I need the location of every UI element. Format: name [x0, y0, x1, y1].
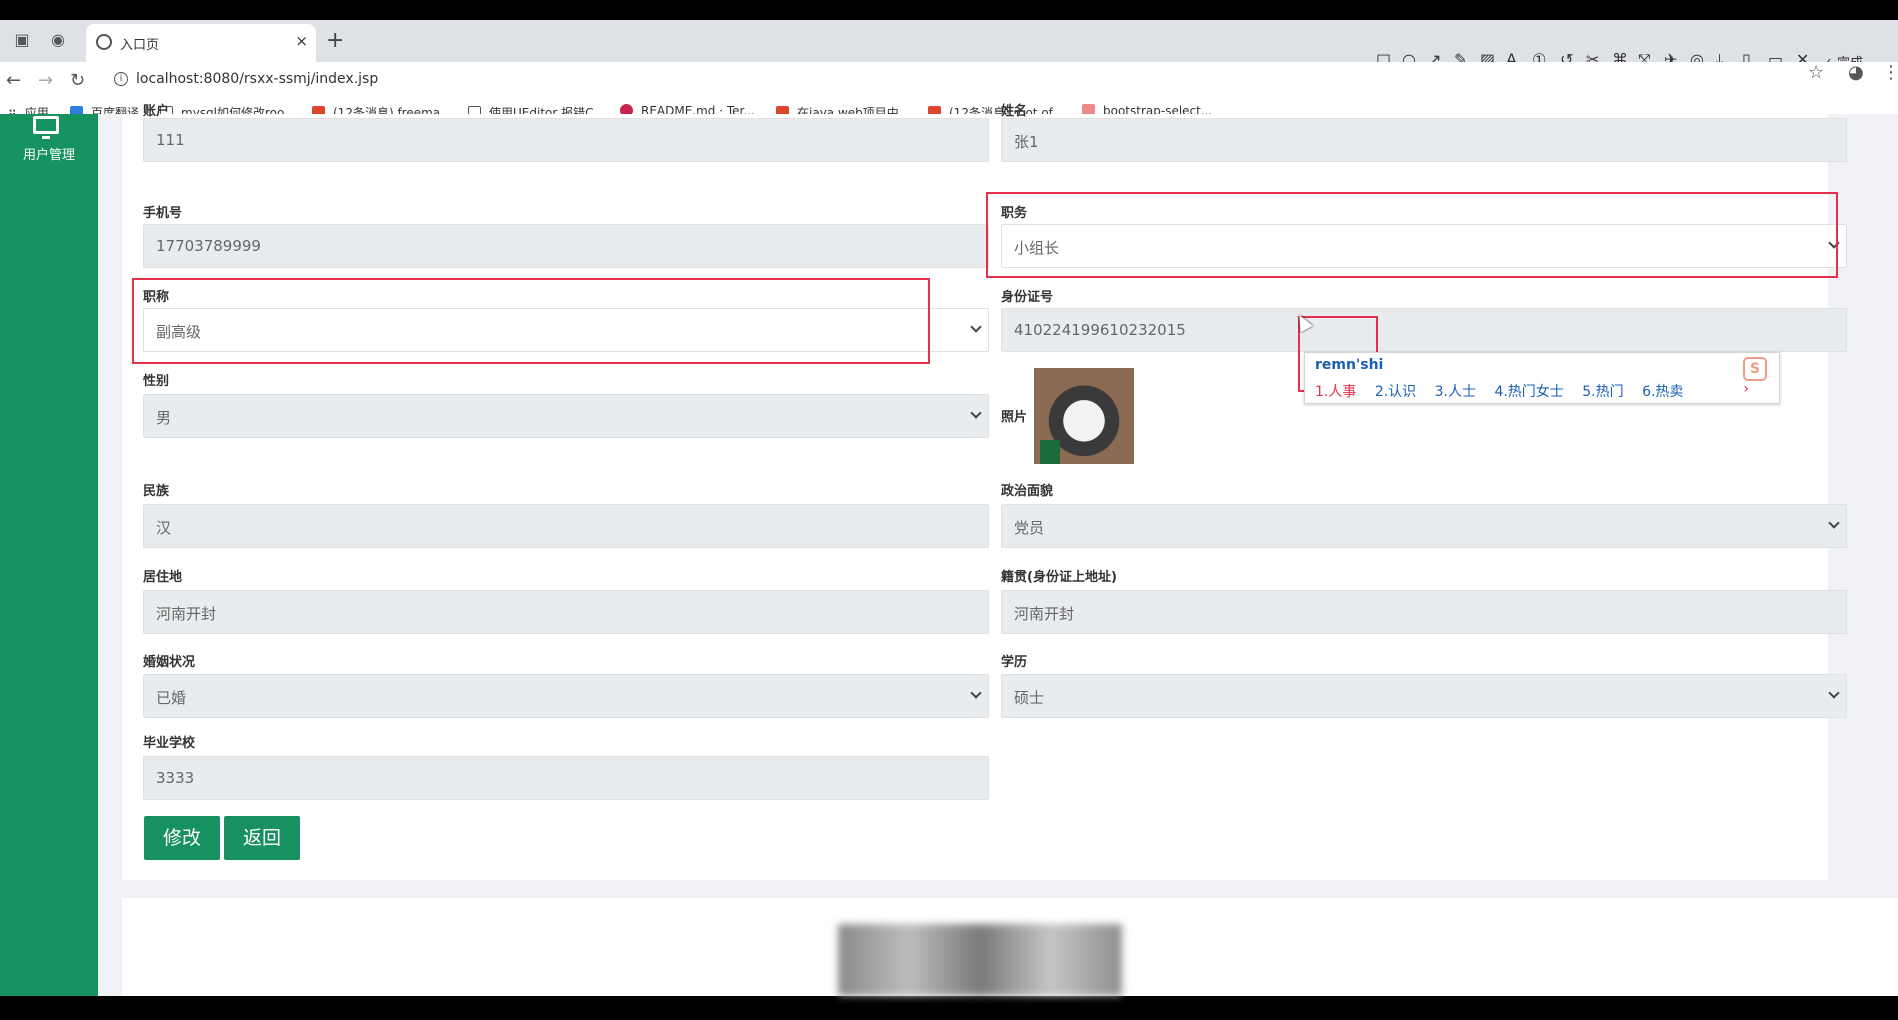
name-label: 姓名	[1001, 104, 1028, 119]
gender-value: 男	[156, 409, 172, 427]
education-select[interactable]: 硕士	[1001, 674, 1847, 718]
phone-field[interactable]: 17703789999	[143, 224, 989, 268]
url-text: localhost:8080/rsxx-ssmj/index.jsp	[136, 71, 379, 87]
photo-cup	[1040, 440, 1060, 464]
chevron-down-icon	[970, 687, 982, 699]
ime-input-text: remn'shi	[1315, 357, 1384, 373]
school-label: 毕业学校	[143, 736, 196, 751]
globe-icon	[96, 34, 112, 50]
marital-value: 已婚	[156, 689, 187, 707]
info-icon[interactable]: i	[114, 72, 128, 86]
chevron-down-icon	[970, 321, 982, 333]
id-number-label: 身份证号	[1001, 290, 1054, 305]
ime-candidate[interactable]: 2.认识	[1375, 384, 1416, 400]
tab-bar: ▣ ◉ 入口页 × + □ ○ ↗ ✎ ▨ A ① ↺ ✂ ⌘ ⤧ ✈ ◎ ⤓ …	[0, 20, 1898, 108]
modify-button[interactable]: 修改	[144, 816, 220, 860]
id-number-field[interactable]: 410224199610232015	[1001, 308, 1847, 352]
browser-logo-icon: ◉	[51, 30, 65, 49]
marital-label: 婚姻状况	[143, 655, 196, 670]
ethnicity-field[interactable]: 汉	[143, 504, 989, 548]
phone-label: 手机号	[143, 206, 183, 221]
sidebar: 用户管理	[0, 114, 98, 996]
annotation-box-title	[132, 278, 930, 364]
back-icon[interactable]: ←	[6, 70, 21, 91]
annotation-box-position	[986, 192, 1838, 278]
ime-popup: remn'shi 1.人事 2.认识 3.人士 4.热门女士 5.热门 6.热卖…	[1304, 352, 1780, 404]
profile-icon[interactable]: ◕	[1848, 62, 1864, 83]
star-icon[interactable]: ☆	[1808, 62, 1824, 83]
political-select[interactable]: 党员	[1001, 504, 1847, 548]
monitor-icon[interactable]	[33, 116, 59, 139]
chevron-down-icon	[1828, 517, 1840, 529]
ime-candidate[interactable]: 3.人士	[1435, 384, 1476, 400]
native-place-field[interactable]: 河南开封	[1001, 590, 1847, 634]
education-value: 硕士	[1014, 689, 1045, 707]
marital-select[interactable]: 已婚	[143, 674, 989, 718]
name-field[interactable]: 张1	[1001, 118, 1847, 162]
photo-image	[1034, 368, 1134, 464]
tab-active[interactable]: 入口页 ×	[86, 24, 316, 62]
account-label: 账户	[143, 104, 170, 119]
url-bar[interactable]: i localhost:8080/rsxx-ssmj/index.jsp	[104, 66, 1344, 96]
menu-icon[interactable]: ⋮	[1882, 62, 1898, 83]
sidebar-item-user-management[interactable]: 用户管理	[0, 144, 98, 163]
window-icon[interactable]: ▣	[8, 26, 36, 54]
photo-label: 照片	[1001, 410, 1028, 425]
tab-title: 入口页	[120, 38, 160, 53]
residence-field[interactable]: 河南开封	[143, 590, 989, 634]
education-label: 学历	[1001, 655, 1028, 670]
political-label: 政治面貌	[1001, 484, 1054, 499]
political-value: 党员	[1014, 519, 1045, 537]
account-field[interactable]: 111	[143, 118, 989, 162]
ime-candidates: 1.人事 2.认识 3.人士 4.热门女士 5.热门 6.热卖	[1315, 381, 1697, 401]
ime-candidate[interactable]: 6.热卖	[1642, 384, 1683, 400]
back-button[interactable]: 返回	[224, 816, 300, 860]
sogou-logo-icon: S	[1743, 357, 1767, 381]
screen: ▣ ◉ 入口页 × + □ ○ ↗ ✎ ▨ A ① ↺ ✂ ⌘ ⤧ ✈ ◎ ⤓ …	[0, 0, 1898, 1020]
reload-icon[interactable]: ↻	[70, 70, 85, 91]
ime-candidate[interactable]: 5.热门	[1582, 384, 1623, 400]
native-place-label: 籍贯(身份证上地址)	[1001, 570, 1117, 585]
residence-label: 居住地	[143, 570, 183, 585]
ethnicity-label: 民族	[143, 484, 170, 499]
gender-label: 性别	[143, 374, 170, 389]
ime-candidate[interactable]: 4.热门女士	[1494, 384, 1563, 400]
new-tab-button[interactable]: +	[326, 28, 344, 53]
gender-select[interactable]: 男	[143, 394, 989, 438]
main-content: 账户 111 姓名 张1 手机号 17703789999 职务 小组长 职称 副…	[98, 104, 1898, 996]
ime-next-page-icon[interactable]: ›	[1743, 381, 1749, 397]
ime-candidate[interactable]: 1.人事	[1315, 384, 1356, 400]
tab-close-icon[interactable]: ×	[295, 32, 308, 50]
chevron-down-icon	[1828, 687, 1840, 699]
school-field[interactable]: 3333	[143, 756, 989, 800]
user-form: 账户 111 姓名 张1 手机号 17703789999 职务 小组长 职称 副…	[122, 104, 1847, 880]
blurred-region	[838, 924, 1122, 996]
chevron-down-icon	[970, 407, 982, 419]
forward-icon[interactable]: →	[38, 70, 53, 91]
